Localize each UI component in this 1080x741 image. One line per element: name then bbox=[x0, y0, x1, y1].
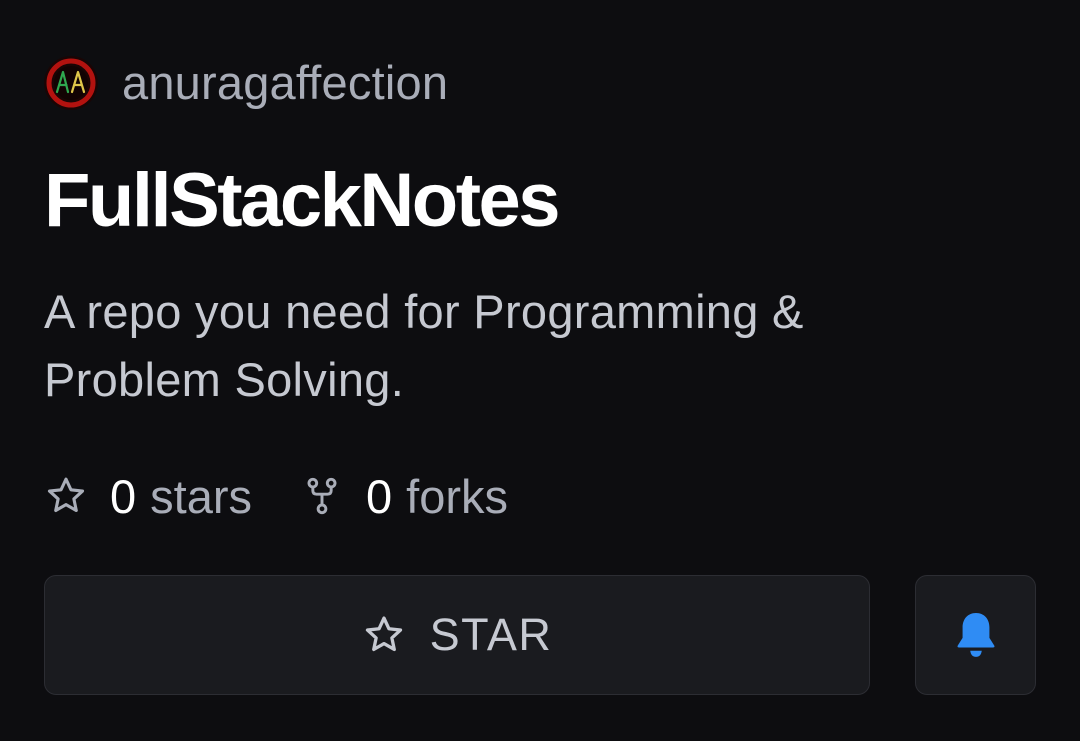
star-button[interactable]: STAR bbox=[44, 575, 870, 695]
stars-stat[interactable]: 0 stars bbox=[44, 469, 252, 524]
bell-icon bbox=[957, 612, 994, 657]
stars-count: 0 bbox=[110, 469, 137, 523]
forks-label: forks bbox=[406, 469, 508, 523]
fork-icon bbox=[307, 477, 337, 515]
forks-count: 0 bbox=[366, 469, 393, 523]
owner-avatar[interactable] bbox=[44, 56, 98, 110]
owner-name[interactable]: anuragaffection bbox=[122, 56, 448, 110]
repo-stats: 0 stars 0 forks bbox=[44, 466, 508, 526]
repo-title: FullStackNotes bbox=[44, 158, 561, 243]
star-outline-icon bbox=[365, 616, 402, 652]
star-button-label: STAR bbox=[429, 609, 553, 660]
notifications-button[interactable] bbox=[915, 575, 1036, 695]
repo-description: A repo you need for Programming & Proble… bbox=[44, 285, 804, 406]
stars-label: stars bbox=[150, 469, 252, 523]
forks-stat[interactable]: 0 forks bbox=[300, 469, 508, 524]
star-outline-icon bbox=[47, 477, 85, 513]
repo-owner[interactable]: anuragaffection bbox=[44, 56, 448, 110]
